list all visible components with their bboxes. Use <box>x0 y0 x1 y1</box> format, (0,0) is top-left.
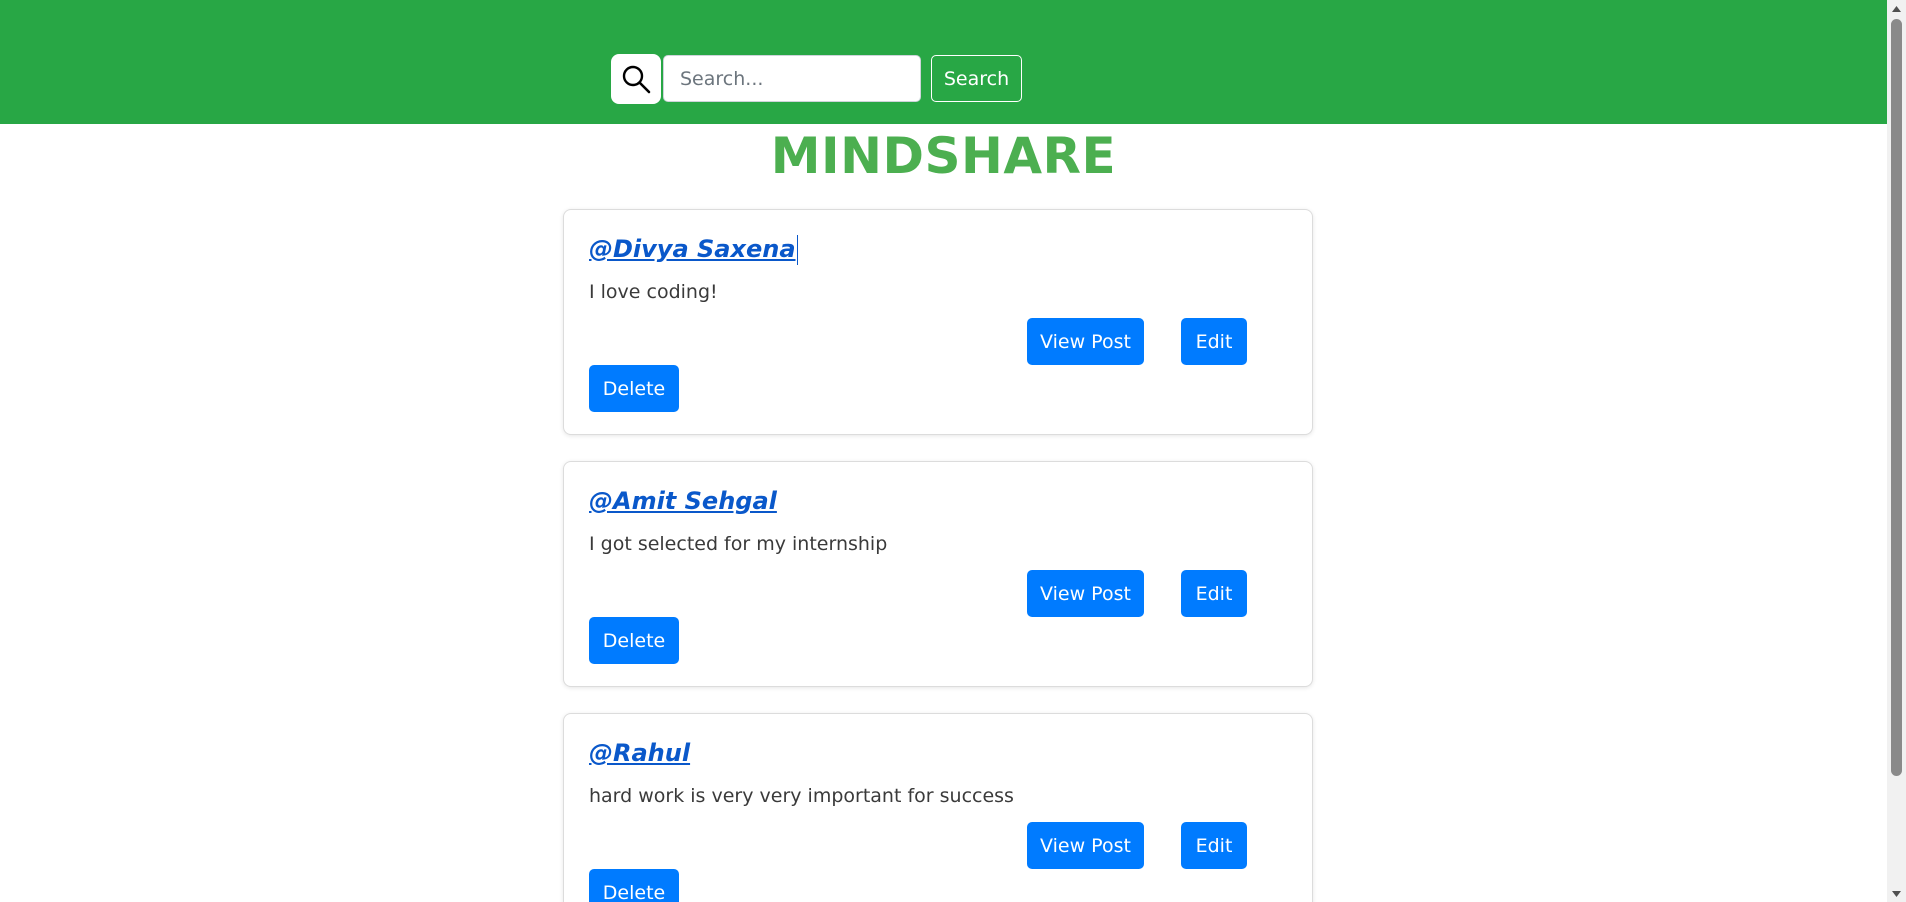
scroll-down-arrow-icon[interactable] <box>1887 885 1906 902</box>
view-post-button[interactable]: View Post <box>1027 822 1144 869</box>
search-input[interactable] <box>663 55 921 102</box>
post-card: @Amit Sehgal I got selected for my inter… <box>563 461 1313 687</box>
delete-button[interactable]: Delete <box>589 365 679 412</box>
delete-button[interactable]: Delete <box>589 617 679 664</box>
site-title: MINDSHARE <box>770 127 1117 185</box>
search-icon-button[interactable] <box>611 54 661 104</box>
top-navbar: Search <box>0 0 1887 124</box>
post-card: @Rahul hard work is very very important … <box>563 713 1313 902</box>
vertical-scrollbar[interactable] <box>1887 0 1906 902</box>
edit-button[interactable]: Edit <box>1181 822 1247 869</box>
post-text: I love coding! <box>589 281 718 303</box>
post-author-link[interactable]: @Amit Sehgal <box>589 484 777 518</box>
author-name: @Divya Saxena <box>589 235 796 263</box>
edit-button[interactable]: Edit <box>1181 570 1247 617</box>
search-icon <box>622 65 651 94</box>
search-button[interactable]: Search <box>931 55 1022 102</box>
text-caret <box>796 235 798 265</box>
post-author-link[interactable]: @Rahul <box>589 736 690 770</box>
scroll-up-arrow-icon[interactable] <box>1887 0 1906 17</box>
edit-button[interactable]: Edit <box>1181 318 1247 365</box>
post-author-link[interactable]: @Divya Saxena <box>589 232 798 266</box>
scrollbar-thumb[interactable] <box>1891 19 1902 776</box>
post-text: hard work is very very important for suc… <box>589 785 1014 807</box>
post-card: @Divya Saxena I love coding! View Post E… <box>563 209 1313 435</box>
view-post-button[interactable]: View Post <box>1027 318 1144 365</box>
delete-button[interactable]: Delete <box>589 869 679 902</box>
post-text: I got selected for my internship <box>589 533 888 555</box>
view-post-button[interactable]: View Post <box>1027 570 1144 617</box>
page-viewport: Search MINDSHARE @Divya Saxena I love co… <box>0 0 1887 902</box>
